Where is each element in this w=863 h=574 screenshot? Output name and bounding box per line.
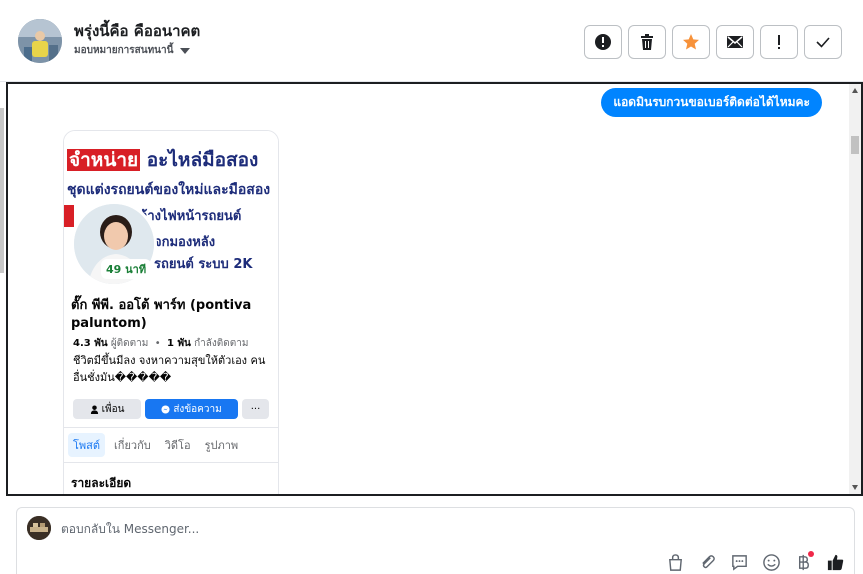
scroll-thumb[interactable] [851,136,859,154]
message-button: ส่งข้อความ [145,399,238,419]
assign-conversation-dropdown[interactable]: มอบหมายการสนทนานี้ [74,43,191,58]
contact-avatar[interactable] [18,19,62,63]
scroll-up-arrow[interactable] [852,88,858,93]
left-panel-scrollbar[interactable] [0,108,4,273]
like-icon [827,554,843,570]
cover-text-line: รถยนต์ ระบบ 2K [154,257,253,272]
cover-text-line: ชุดแต่งรถยนต์ของใหม่และมือสอง [67,182,271,198]
conversation-header: พรุ่งนี้คือ คืออนาคต มอบหมายการสนทนานี้ [0,0,863,82]
payment-button[interactable] [791,550,815,574]
outgoing-message-bubble[interactable]: แอดมินรบกวนขอเบอร์ติดต่อได้ไหมคะ [601,88,822,117]
tab-photos: รูปภาพ [204,439,239,452]
follow-up-button[interactable] [760,25,798,59]
check-icon [816,37,830,48]
profile-stats: 4.3 พัน ผู้ติดตาม • 1 พัน กำลังติดตาม [73,338,249,349]
paperclip-icon [701,554,715,568]
cover-text-line: จกมองหลัง [154,235,216,250]
like-button[interactable] [823,550,847,574]
trash-icon [641,34,653,50]
profile-name: ตั๊ก พีพี. ออโต้ พาร์ท (pontiva paluntom… [71,298,252,331]
profile-bio: ชีวิตมีขึ้นมีลง จงหาความสุขให้ตัวเอง คนอ… [73,354,266,384]
notification-dot [808,551,814,557]
star-button[interactable] [672,25,710,59]
saved-reply-icon [731,554,747,571]
more-button: ··· [242,399,269,419]
messenger-icon [161,404,170,414]
thread-scrollbar[interactable] [849,84,861,494]
saved-reply-button[interactable] [727,550,751,574]
friend-button: เพื่อน [73,399,141,419]
image-attachment[interactable]: จำหน่าย อะไหล่มือสอง ชุดแต่งรถยนต์ของใหม… [63,130,279,494]
alert-circle-icon [595,34,611,50]
mark-unread-button[interactable] [716,25,754,59]
delete-button[interactable] [628,25,666,59]
caret-down-icon [180,47,191,54]
attach-file-button[interactable] [695,550,719,574]
profile-cover-image: จำหน่าย อะไหล่มือสอง ชุดแต่งรถยนต์ของใหม… [64,131,278,287]
exclamation-icon [778,35,780,49]
tab-videos: วิดีโอ [164,439,191,452]
person-icon [90,404,98,414]
page-avatar [27,516,51,540]
cover-text-line: จำหน่าย อะไหล่มือสอง [67,149,259,171]
details-heading: รายละเอียด [71,476,132,490]
inbox-conversation-view: พรุ่งนี้คือ คืออนาคต มอบหมายการสนทนานี้ [0,0,863,574]
assign-label: มอบหมายการสนทนานี้ [74,45,174,56]
tab-about: เกี่ยวกับ [114,439,151,452]
tab-posts: โพสต์ [68,433,106,457]
conversation-actions [584,25,842,59]
story-time-badge: 49 นาที [101,259,152,279]
mark-done-button[interactable] [804,25,842,59]
scroll-down-arrow[interactable] [852,485,858,490]
profile-tabs: โพสต์ เกี่ยวกับ วิดีโอ รูปภาพ [64,427,278,463]
spam-button[interactable] [584,25,622,59]
shopping-bag-button[interactable] [663,550,687,574]
star-icon [683,34,699,50]
reply-input[interactable] [61,518,621,540]
cover-decoration [64,205,74,227]
emoji-button[interactable] [759,550,783,574]
message-thread: แอดมินรบกวนขอเบอร์ติดต่อได้ไหมคะ จำหน่าย… [6,82,863,496]
profile-buttons: เพื่อน ส่งข้อความ ··· [73,399,269,419]
reply-composer [16,507,855,574]
envelope-icon [727,36,743,48]
emoji-icon [762,553,780,571]
composer-toolbar [663,550,847,574]
contact-name: พรุ่งนี้คือ คืออนาคต [74,22,201,40]
shopping-bag-icon [668,553,682,571]
